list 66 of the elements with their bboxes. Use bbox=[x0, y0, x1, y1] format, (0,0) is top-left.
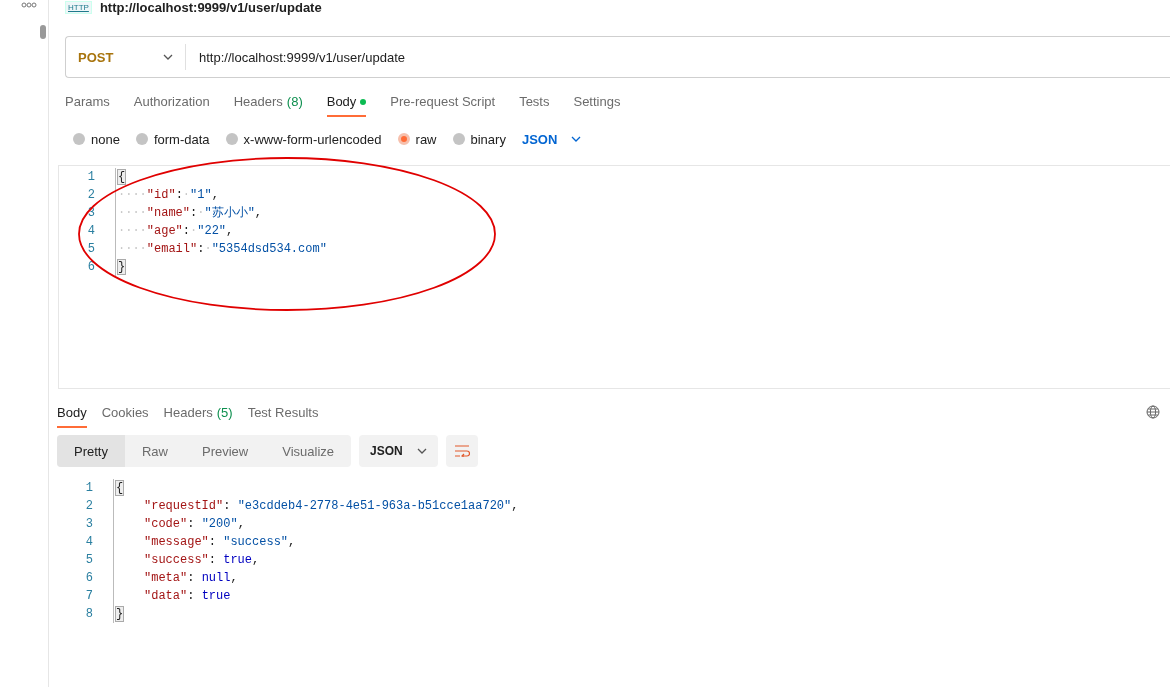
line-number: 5 bbox=[86, 242, 95, 256]
radio-icon[interactable] bbox=[452, 133, 465, 145]
wrap-lines-icon bbox=[453, 445, 470, 457]
line-number: 4 bbox=[86, 224, 95, 238]
method-dropdown[interactable]: POST bbox=[66, 44, 186, 70]
code-line: "data": true bbox=[113, 587, 1170, 605]
code-line: "requestId": "e3cddeb4-2778-4e51-963a-b51cce1aa720", bbox=[113, 497, 1170, 515]
code-line: { bbox=[113, 479, 1170, 497]
line-number: 7 bbox=[84, 589, 93, 603]
view-mode-button[interactable]: Preview bbox=[185, 435, 266, 467]
caret-icon bbox=[571, 136, 582, 142]
response-tab[interactable]: Headers (5) bbox=[163, 403, 233, 428]
line-number: 8 bbox=[84, 607, 93, 621]
request-tab[interactable]: Pre-request Script bbox=[390, 92, 496, 117]
view-mode-button[interactable]: Visualize bbox=[265, 435, 352, 467]
http-icon: HTTP bbox=[65, 0, 92, 14]
line-number: 6 bbox=[84, 571, 93, 585]
line-number: 2 bbox=[86, 188, 95, 202]
request-tab[interactable]: Authorization bbox=[133, 92, 210, 117]
code-line: { bbox=[115, 168, 1170, 186]
request-tab[interactable]: Params bbox=[65, 92, 110, 117]
body-type-option[interactable]: raw bbox=[397, 131, 437, 147]
body-type-option[interactable]: none bbox=[73, 131, 120, 147]
scrollbar-thumb-icon[interactable] bbox=[40, 25, 46, 39]
line-number: 3 bbox=[84, 517, 93, 531]
line-number: 4 bbox=[84, 535, 93, 549]
line-number: 1 bbox=[86, 170, 95, 184]
caret-icon bbox=[163, 54, 173, 60]
line-number: 1 bbox=[84, 481, 93, 495]
line-number: 2 bbox=[84, 499, 93, 513]
radio-icon[interactable] bbox=[73, 133, 85, 145]
radio-icon[interactable] bbox=[225, 133, 238, 145]
response-tab[interactable]: Body bbox=[57, 403, 87, 428]
request-tab[interactable]: Headers (8) bbox=[233, 92, 303, 117]
request-tab[interactable]: Tests bbox=[519, 92, 550, 117]
response-tab[interactable]: Cookies bbox=[101, 403, 149, 428]
code-line: } bbox=[113, 605, 1170, 623]
line-number: 5 bbox=[84, 553, 93, 567]
code-line: ····"age":·"22", bbox=[115, 222, 1170, 240]
response-tab[interactable]: Test Results bbox=[247, 403, 319, 428]
code-line: ····"email":·"5354dsd534.com" bbox=[115, 240, 1170, 258]
globe-icon[interactable] bbox=[1146, 405, 1160, 419]
radio-icon[interactable] bbox=[135, 133, 148, 145]
caret-icon bbox=[416, 448, 427, 454]
request-bar[interactable]: POST http://localhost:9999/v1/user/update bbox=[65, 36, 1170, 78]
radio-icon[interactable] bbox=[397, 133, 410, 145]
url-field[interactable]: http://localhost:9999/v1/user/update bbox=[199, 49, 1170, 65]
request-tab[interactable]: Body bbox=[326, 92, 367, 117]
response-format-dropdown[interactable]: JSON bbox=[359, 435, 438, 467]
body-type-option[interactable]: x-www-form-urlencoded bbox=[225, 131, 382, 147]
more-icon[interactable] bbox=[21, 2, 37, 8]
code-line: "meta": null, bbox=[113, 569, 1170, 587]
code-line: "message": "success", bbox=[113, 533, 1170, 551]
view-mode-button[interactable]: Raw bbox=[124, 435, 185, 467]
wrap-lines-button[interactable] bbox=[445, 435, 478, 467]
request-tab[interactable]: Settings bbox=[573, 92, 621, 117]
body-type-option[interactable]: form-data bbox=[135, 131, 210, 147]
view-mode-button[interactable]: Pretty bbox=[57, 435, 125, 467]
code-line: ····"id":·"1", bbox=[115, 186, 1170, 204]
body-type-option[interactable]: binary bbox=[452, 131, 506, 147]
request-title: http://localhost:9999/v1/user/update bbox=[99, 0, 322, 15]
code-line: "success": true, bbox=[113, 551, 1170, 569]
format-dropdown[interactable]: JSON bbox=[521, 131, 582, 147]
code-line: } bbox=[115, 258, 1170, 276]
code-line: ····"name":·"苏小小", bbox=[115, 204, 1170, 222]
code-line: "code": "200", bbox=[113, 515, 1170, 533]
